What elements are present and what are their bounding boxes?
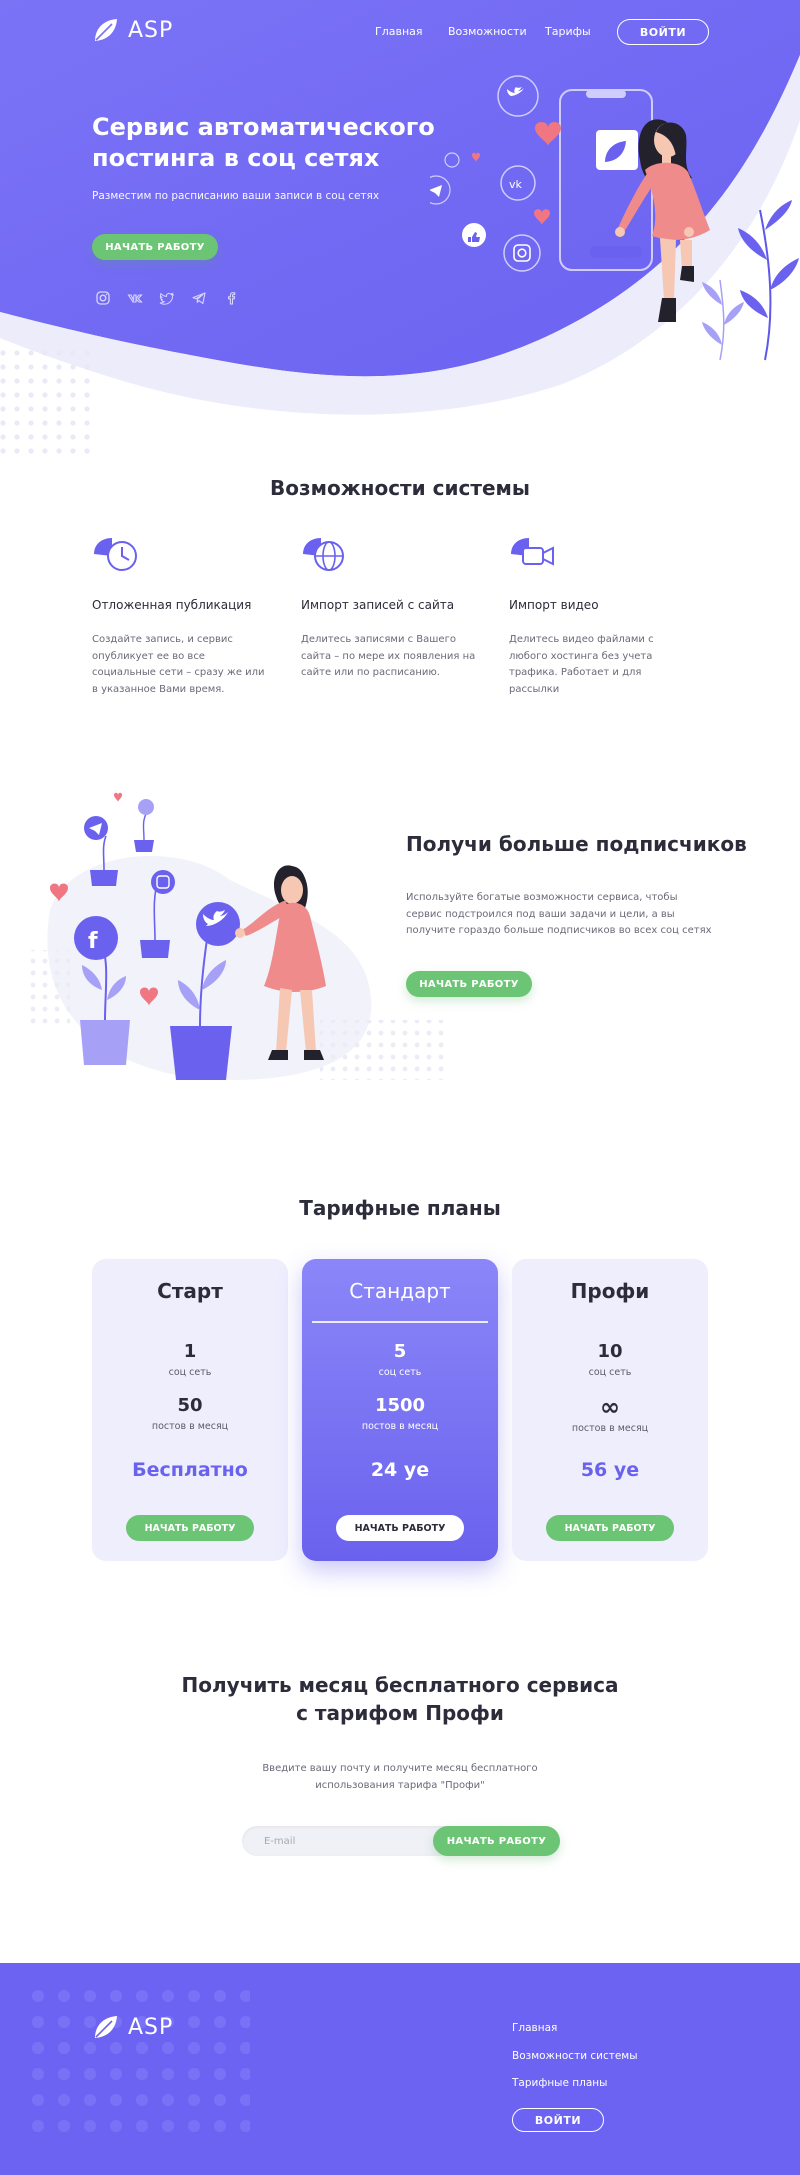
plan-posts-caption: постов в месяц xyxy=(361,1421,439,1432)
leaf-logo-icon xyxy=(95,19,117,41)
features-title: Возможности системы xyxy=(270,476,530,500)
hero-subtitle: Разместим по расписанию ваши записи в со… xyxy=(92,190,380,202)
trial-title-line2: с тарифом Профи xyxy=(296,1701,504,1725)
svg-text:vk: vk xyxy=(509,178,523,191)
subscribers-illustration: f xyxy=(30,792,450,1080)
login-button[interactable]: ВОЙТИ xyxy=(617,19,709,45)
plan-networks: 1 xyxy=(183,1341,197,1362)
footer-link-features[interactable]: Возможности системы xyxy=(512,2050,638,2062)
feature-title: Импорт записей с сайта xyxy=(301,598,455,612)
svg-text:f: f xyxy=(88,929,98,954)
plan-networks-caption: соц сеть xyxy=(168,1367,212,1378)
plan-card-pro: Профи 10 соц сеть ∞ постов в месяц 56 уе… xyxy=(512,1259,708,1561)
plan-price: 24 уе xyxy=(370,1459,430,1481)
plan-name: Профи xyxy=(570,1279,650,1303)
plan-networks-caption: соц сеть xyxy=(588,1367,632,1378)
footer-login-button[interactable]: ВОЙТИ xyxy=(512,2108,604,2132)
pricing-title: Тарифные планы xyxy=(299,1196,501,1220)
plan-cta-button[interactable]: НАЧАТЬ РАБОТУ xyxy=(126,1515,254,1541)
plan-posts: 50 xyxy=(177,1395,203,1416)
feature-title: Импорт видео xyxy=(509,598,599,612)
plan-networks-caption: соц сеть xyxy=(378,1367,422,1378)
plan-cta-button[interactable]: НАЧАТЬ РАБОТУ xyxy=(546,1515,674,1541)
plan-divider xyxy=(312,1321,488,1323)
plan-price: Бесплатно xyxy=(132,1459,248,1481)
plan-posts: 1500 xyxy=(374,1395,426,1416)
trial-text: Введите вашу почту и получите месяц бесп… xyxy=(0,1760,800,1794)
trial-cta-button[interactable]: НАЧАТЬ РАБОТУ xyxy=(433,1826,560,1856)
nav-link-pricing[interactable]: Тарифы xyxy=(545,25,591,38)
plan-cta-button[interactable]: НАЧАТЬ РАБОТУ xyxy=(336,1515,464,1541)
plan-name: Старт xyxy=(157,1279,223,1303)
nav-link-features[interactable]: Возможности xyxy=(448,25,527,38)
feature-title: Отложенная публикация xyxy=(92,598,252,612)
clock-icon xyxy=(94,538,137,571)
plan-networks: 5 xyxy=(393,1341,407,1362)
instagram-icon[interactable] xyxy=(95,290,111,306)
hero-illustration: f vk xyxy=(430,75,799,361)
trial-title: Получить месяц бесплатного сервиса с тар… xyxy=(0,1671,800,1727)
plan-posts-caption: постов в месяц xyxy=(151,1421,229,1432)
facebook-icon[interactable] xyxy=(223,290,239,306)
subscribers-text: Используйте богатые возможности сервиса,… xyxy=(406,892,712,936)
trial-text-line1: Введите вашу почту и получите месяц бесп… xyxy=(262,1763,538,1774)
feature-card-import-video: Импорт видео Делитесь видео файлами с лю… xyxy=(509,536,689,698)
footer-link-pricing[interactable]: Тарифные планы xyxy=(512,2077,607,2089)
feature-text: Делитесь записями с Вашего сайта – по ме… xyxy=(301,634,476,678)
plan-price: 56 уе xyxy=(580,1459,640,1481)
video-icon xyxy=(511,538,554,566)
plan-posts: ∞ xyxy=(600,1393,620,1421)
plan-posts-caption: постов в месяц xyxy=(571,1423,649,1434)
vk-icon[interactable] xyxy=(127,290,143,306)
plan-card-standard: Стандарт 5 соц сеть 1500 постов в месяц … xyxy=(302,1259,498,1561)
footer-brand-name: ASP xyxy=(128,2014,174,2040)
feature-card-import-site: Импорт записей с сайта Делитесь записями… xyxy=(301,536,481,682)
feature-card-scheduled: Отложенная публикация Создайте запись, и… xyxy=(92,536,272,698)
trial-title-line1: Получить месяц бесплатного сервиса xyxy=(181,1673,619,1697)
email-input[interactable] xyxy=(264,1826,444,1856)
feature-text: Создайте запись, и сервис опубликует ее … xyxy=(92,634,265,695)
globe-icon xyxy=(303,538,344,571)
trial-text-line2: использования тарифа "Профи" xyxy=(315,1780,485,1791)
footer-logo[interactable]: ASP xyxy=(92,2013,173,2041)
footer-link-home[interactable]: Главная xyxy=(512,2022,557,2034)
logo[interactable]: ASP xyxy=(92,16,173,44)
nav-link-home[interactable]: Главная xyxy=(375,25,423,38)
plan-networks: 10 xyxy=(597,1341,623,1362)
brand-name: ASP xyxy=(128,17,174,43)
footer-dots xyxy=(30,1988,250,2138)
plan-name: Стандарт xyxy=(349,1279,451,1303)
footer: ASP Главная Возможности системы Тарифные… xyxy=(0,1963,800,2175)
plan-card-start: Старт 1 соц сеть 50 постов в месяц Беспл… xyxy=(92,1259,288,1561)
telegram-icon[interactable] xyxy=(191,290,207,306)
leaf-logo-icon xyxy=(95,2016,117,2038)
hero-title: Сервис автоматического постинга в соц се… xyxy=(92,113,435,173)
subscribers-title: Получи больше подписчиков xyxy=(406,832,747,856)
feature-text: Делитесь видео файлами с любого хостинга… xyxy=(509,634,654,695)
hero-cta-button[interactable]: НАЧАТЬ РАБОТУ xyxy=(92,234,218,260)
twitter-icon[interactable] xyxy=(159,290,175,306)
subscribers-cta-button[interactable]: НАЧАТЬ РАБОТУ xyxy=(406,971,532,997)
